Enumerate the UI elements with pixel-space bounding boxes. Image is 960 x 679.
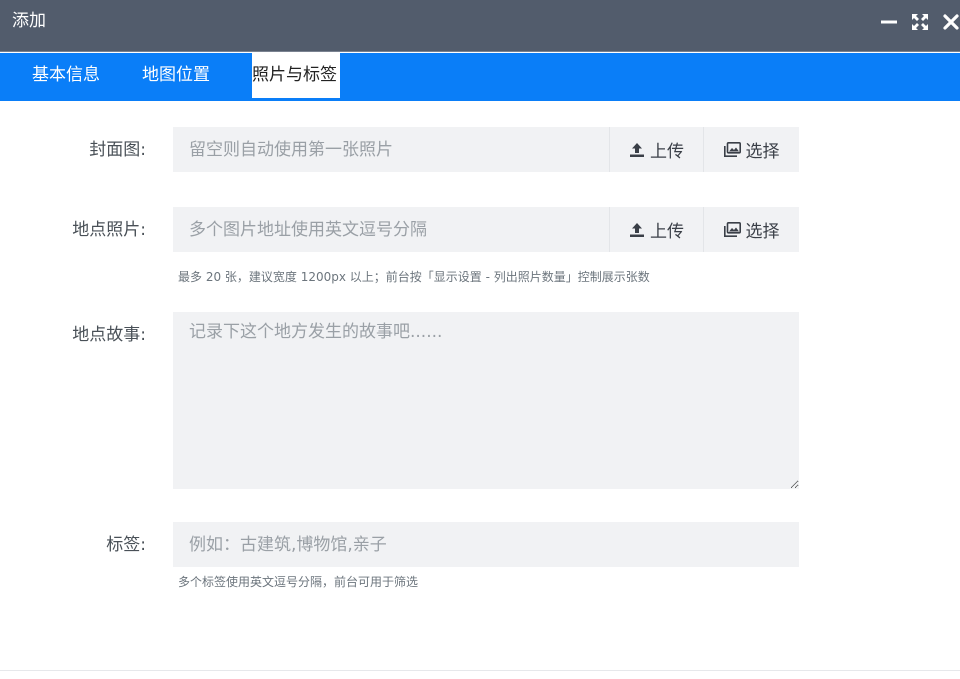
cover-input[interactable]	[173, 127, 609, 172]
close-button[interactable]	[941, 12, 960, 32]
cover-label: 封面图:	[89, 140, 146, 160]
upload-icon	[630, 222, 644, 237]
tags-input[interactable]	[173, 522, 799, 567]
cover-field: 上传 选择	[173, 127, 799, 172]
tab-basic-info[interactable]: 基本信息	[32, 53, 100, 98]
story-textarea[interactable]	[173, 312, 799, 489]
tags-hint: 多个标签使用英文逗号分隔，前台可用于筛选	[178, 575, 419, 589]
maximize-button[interactable]	[910, 12, 930, 32]
minimize-icon	[881, 20, 897, 24]
tab-photos-tags[interactable]: 照片与标签	[252, 53, 340, 98]
photos-upload-label: 上传	[650, 222, 684, 242]
photos-field: 上传 选择	[173, 207, 799, 252]
cover-select-label: 选择	[745, 142, 780, 162]
tags-field	[173, 522, 799, 567]
photos-select-button[interactable]: 选择	[703, 207, 799, 252]
close-icon	[943, 14, 959, 30]
cover-select-button[interactable]: 选择	[703, 127, 799, 172]
cover-upload-button[interactable]: 上传	[609, 127, 703, 172]
window-titlebar: 添加	[0, 0, 960, 52]
footer-divider	[0, 670, 960, 671]
photos-hint: 最多 20 张，建议宽度 1200px 以上；前台按「显示设置 - 列出照片数量…	[178, 270, 650, 284]
window-title: 添加	[12, 11, 46, 31]
cover-upload-label: 上传	[650, 142, 684, 162]
tab-map-location[interactable]: 地图位置	[142, 53, 210, 98]
story-label: 地点故事:	[72, 325, 146, 345]
upload-icon	[630, 142, 644, 157]
tab-bar: 基本信息 地图位置 照片与标签	[0, 53, 960, 101]
images-icon	[723, 142, 741, 157]
tags-label: 标签:	[106, 535, 146, 555]
minimize-button[interactable]	[879, 12, 899, 32]
images-icon	[723, 222, 741, 237]
photos-input[interactable]	[173, 207, 609, 252]
photos-upload-button[interactable]: 上传	[609, 207, 703, 252]
maximize-icon	[912, 14, 928, 30]
photos-label: 地点照片:	[72, 220, 146, 240]
photos-select-label: 选择	[745, 222, 780, 242]
